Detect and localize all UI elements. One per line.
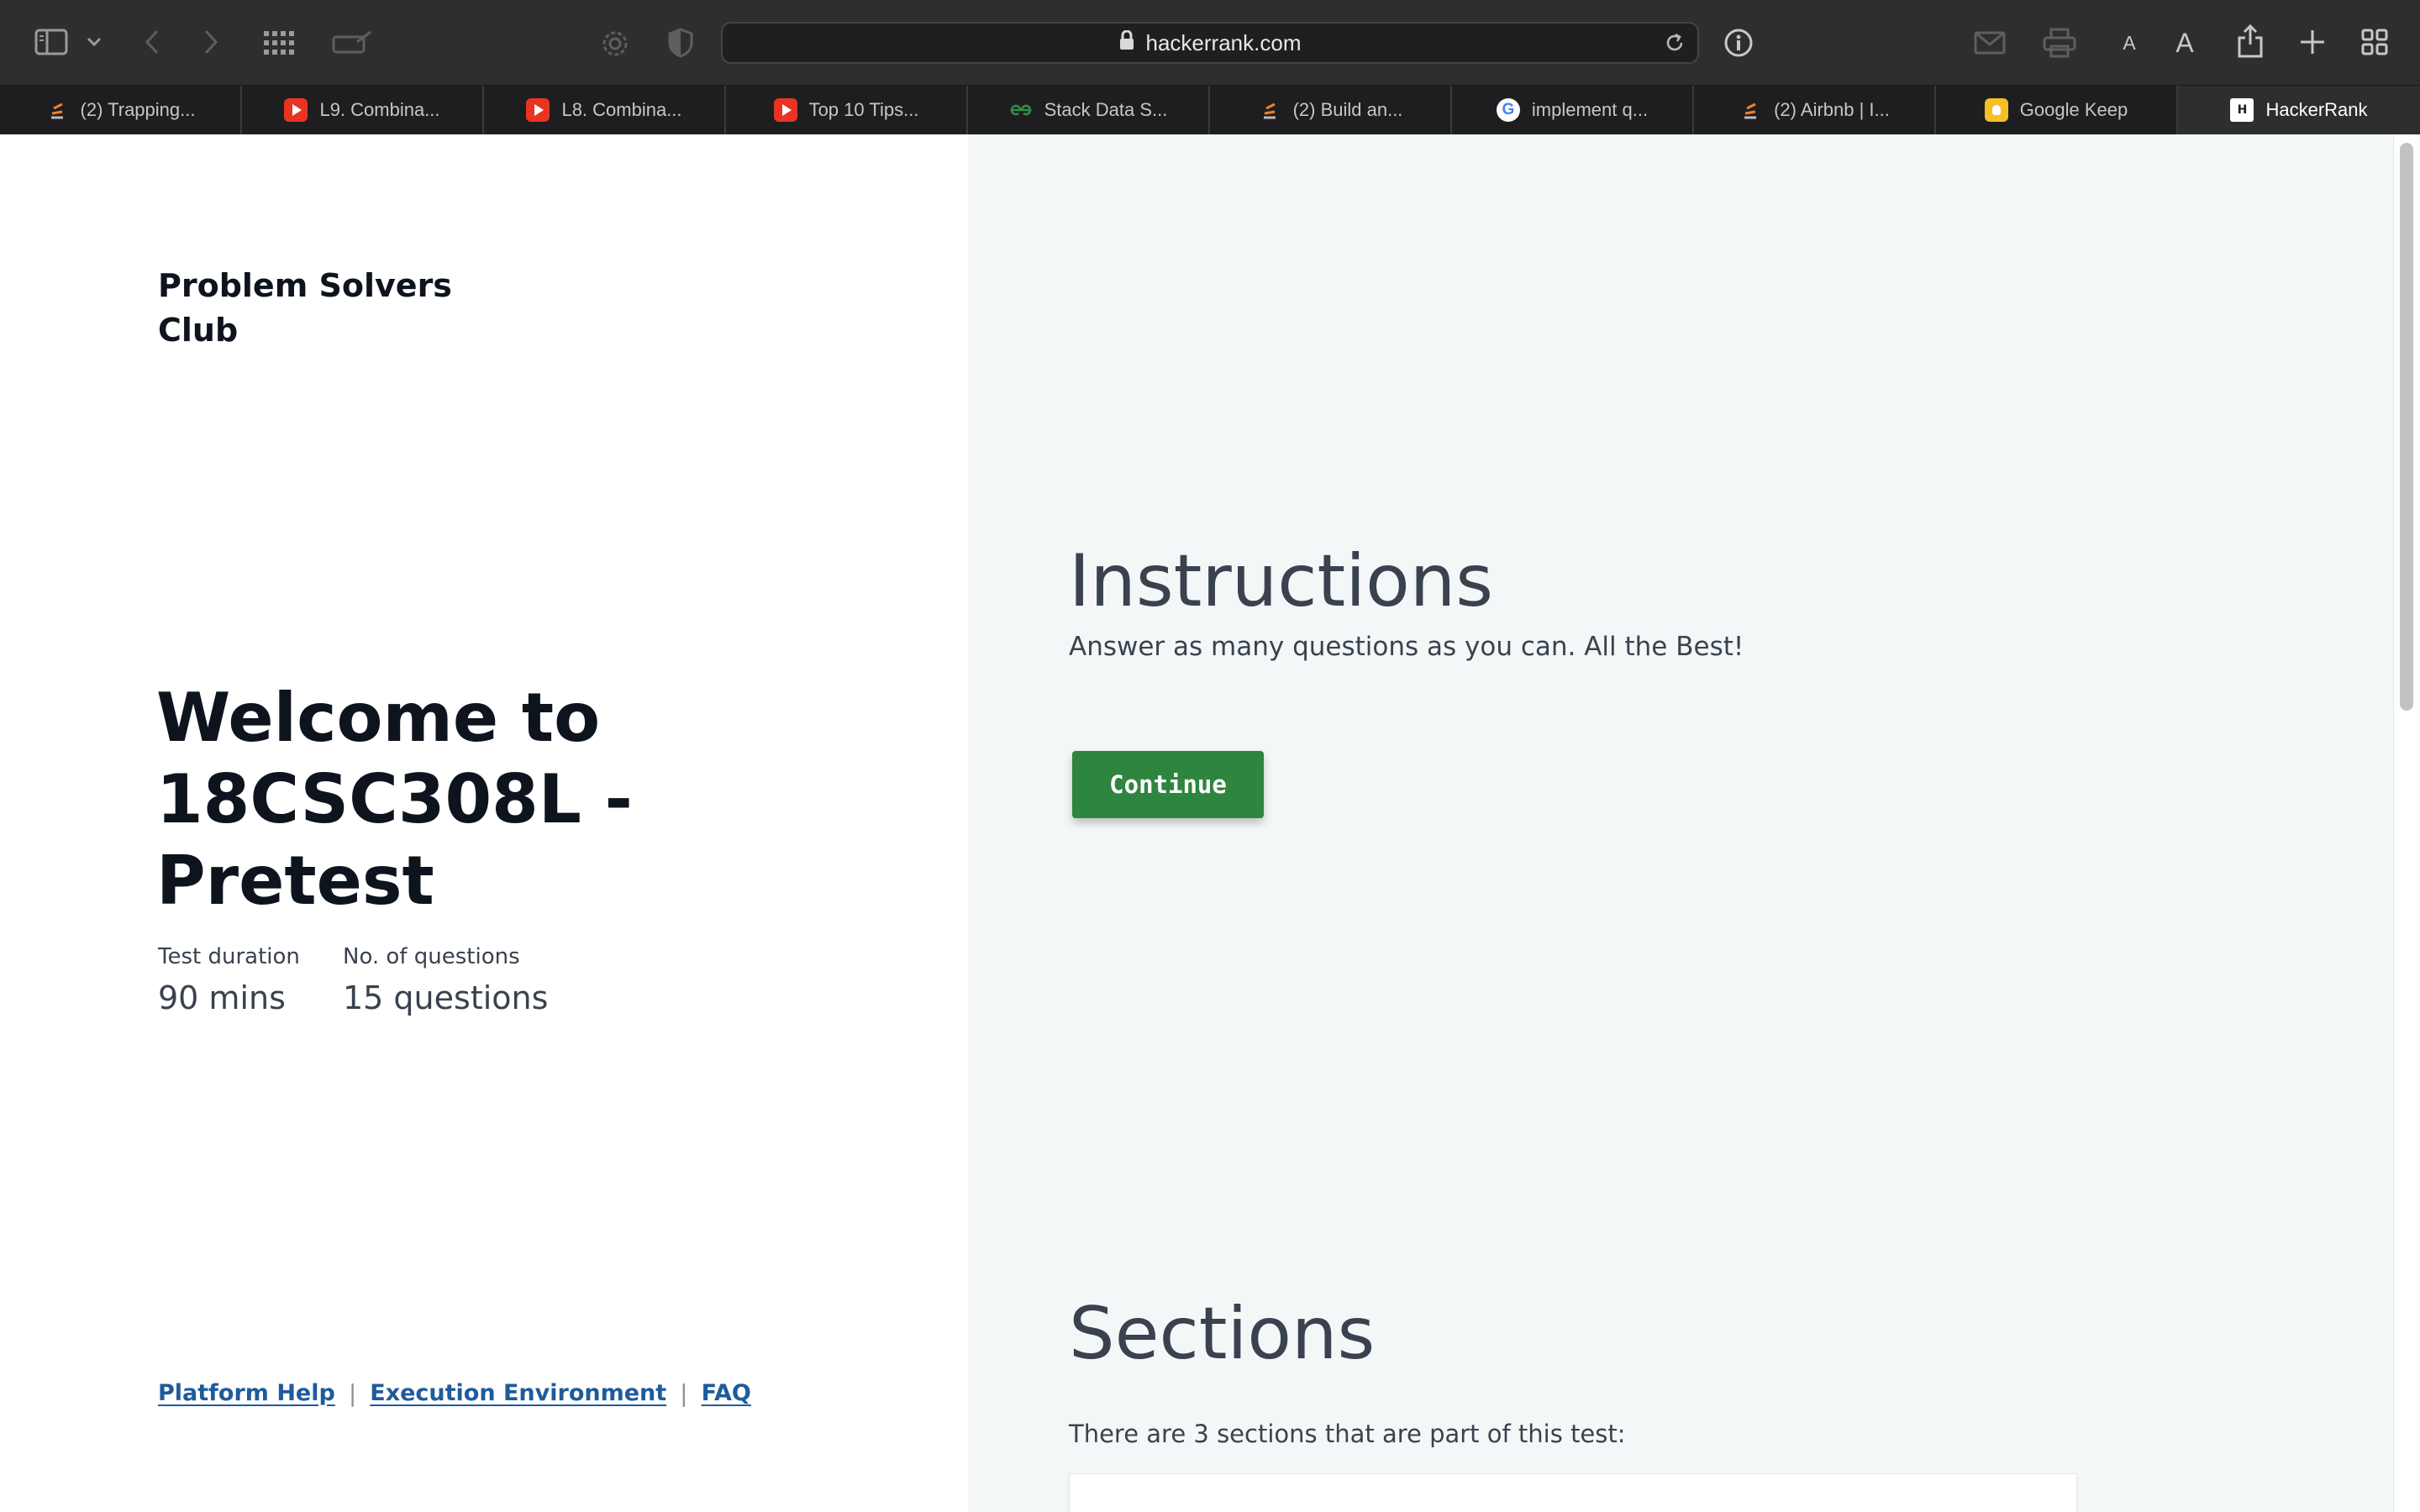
- shield-icon[interactable]: [666, 27, 696, 59]
- text-smaller-icon[interactable]: A: [2119, 30, 2139, 55]
- question-count-value: 15 questions: [343, 979, 549, 1016]
- question-count-label: No. of questions: [343, 944, 520, 969]
- tab-airbnb[interactable]: (2) Airbnb | I...: [1694, 86, 1936, 134]
- tab-label: (2) Airbnb | I...: [1774, 99, 1890, 120]
- test-duration-label: Test duration: [158, 944, 300, 969]
- grid-apps-icon[interactable]: [262, 28, 296, 58]
- link-separator: |: [348, 1379, 357, 1407]
- continue-button[interactable]: Continue: [1072, 751, 1264, 818]
- browser-toolbar: hackerrank.com A A: [0, 0, 2420, 86]
- tab-stack-data-structure[interactable]: Stack Data S...: [968, 86, 1210, 134]
- share-icon[interactable]: [2235, 24, 2265, 59]
- tab-label: (2) Trapping...: [80, 99, 196, 120]
- tab-trapping[interactable]: (2) Trapping...: [0, 86, 242, 134]
- youtube-icon: [284, 98, 308, 122]
- platform-help-link[interactable]: Platform Help: [158, 1380, 335, 1406]
- stackoverflow-icon: [1258, 98, 1281, 122]
- lock-icon: [1119, 29, 1134, 56]
- sidebar-toggle-icon[interactable]: [34, 27, 69, 57]
- tab-overview-icon[interactable]: [2360, 27, 2390, 57]
- hackerrank-icon: H: [2230, 98, 2254, 122]
- sections-heading: Sections: [1069, 1292, 1376, 1376]
- tab-label: Google Keep: [2019, 99, 2128, 120]
- execution-environment-link[interactable]: Execution Environment: [370, 1380, 666, 1406]
- tab-label: Stack Data S...: [1044, 99, 1168, 120]
- tab-label: (2) Build an...: [1292, 99, 1403, 120]
- sections-description: There are 3 sections that are part of th…: [1069, 1420, 1626, 1448]
- chevron-down-icon[interactable]: [84, 32, 104, 52]
- geeksforgeeks-icon: [1009, 98, 1033, 122]
- youtube-icon: [526, 98, 550, 122]
- tab-top-10-tips[interactable]: Top 10 Tips...: [726, 86, 968, 134]
- tab-hackerrank[interactable]: H HackerRank: [2178, 86, 2420, 134]
- tab-implement-queue[interactable]: G implement q...: [1452, 86, 1694, 134]
- google-icon: G: [1496, 98, 1520, 122]
- instructions-heading: Instructions: [1069, 539, 1494, 623]
- tab-l9-combination[interactable]: L9. Combina...: [242, 86, 484, 134]
- tab-label: implement q...: [1531, 99, 1649, 120]
- text-larger-icon[interactable]: A: [2171, 27, 2198, 59]
- organization-name: Problem Solvers Club: [158, 267, 452, 349]
- instructions-text: Answer as many questions as you can. All…: [1069, 632, 1744, 662]
- stackoverflow-icon: [45, 98, 69, 122]
- test-duration-value: 90 mins: [158, 979, 286, 1016]
- mail-icon[interactable]: [1973, 30, 2007, 55]
- page-content: Problem Solvers Club Welcome to 18CSC308…: [0, 134, 2420, 1512]
- tab-bar: (2) Trapping... L9. Combina... L8. Combi…: [0, 86, 2420, 134]
- stackoverflow-icon: [1739, 98, 1762, 122]
- address-bar[interactable]: hackerrank.com: [721, 22, 1699, 64]
- forward-arrow-icon[interactable]: [198, 27, 224, 57]
- print-icon[interactable]: [2042, 27, 2077, 59]
- gear-icon[interactable]: [598, 27, 632, 60]
- google-keep-icon: [1984, 98, 2008, 122]
- info-icon[interactable]: [1723, 27, 1754, 59]
- reading-list-icon[interactable]: [331, 29, 373, 57]
- tab-label: HackerRank: [2265, 99, 2368, 120]
- back-arrow-icon[interactable]: [139, 27, 165, 57]
- link-separator: |: [680, 1379, 688, 1407]
- tab-label: L9. Combina...: [319, 99, 440, 120]
- sections-list-card: [1069, 1473, 2077, 1512]
- youtube-icon: [773, 98, 797, 122]
- reload-icon[interactable]: [1664, 32, 1686, 57]
- tab-google-keep[interactable]: Google Keep: [1936, 86, 2178, 134]
- url-text: hackerrank.com: [1145, 29, 1302, 55]
- footer-links: Platform Help | Execution Environment | …: [158, 1379, 751, 1407]
- faq-link[interactable]: FAQ: [702, 1380, 751, 1406]
- tab-label: L8. Combina...: [561, 99, 682, 120]
- tab-label: Top 10 Tips...: [808, 99, 919, 120]
- test-info-pane: Problem Solvers Club Welcome to 18CSC308…: [0, 134, 968, 1512]
- new-tab-plus-icon[interactable]: [2297, 27, 2328, 57]
- scrollbar-thumb[interactable]: [2400, 143, 2413, 711]
- tab-l8-combination[interactable]: L8. Combina...: [484, 86, 726, 134]
- page-title: Welcome to 18CSC308L - Pretest: [156, 679, 633, 920]
- tab-build-an[interactable]: (2) Build an...: [1210, 86, 1452, 134]
